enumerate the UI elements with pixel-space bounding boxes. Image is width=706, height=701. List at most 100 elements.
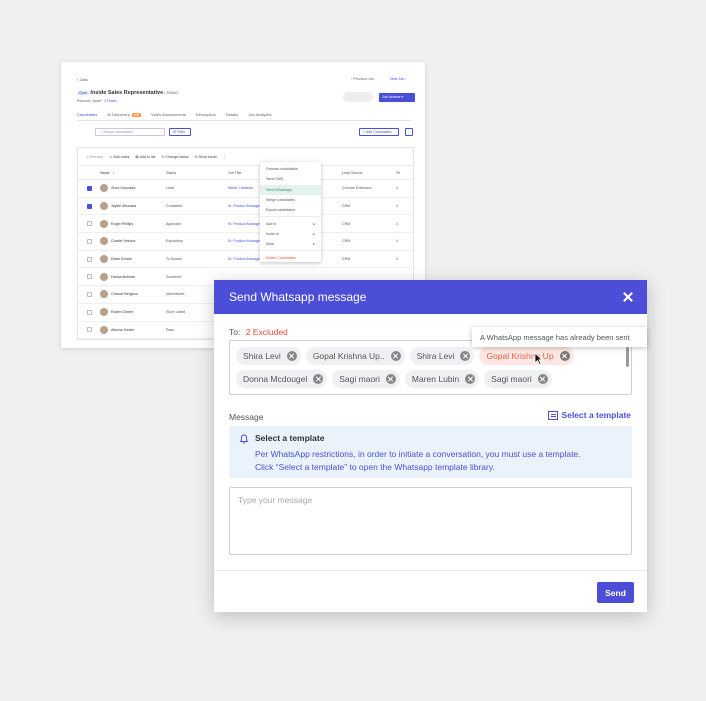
candidate-name[interactable]: Ruben Center: [111, 310, 133, 314]
row-checkbox[interactable]: [86, 221, 92, 227]
recipient-name: Donna Mcdougel: [243, 374, 308, 384]
row-checkbox[interactable]: [86, 238, 92, 244]
back-to-jobs-link[interactable]: ‹ Jobs: [77, 77, 88, 82]
row-checkbox[interactable]: [86, 185, 92, 191]
candidate-name[interactable]: Charlie Vetrovs: [111, 239, 135, 243]
menu-item[interactable]: Send SMS: [260, 174, 321, 184]
add-notes-button[interactable]: ▭ Add notes: [109, 155, 129, 159]
remove-recipient-icon[interactable]: [286, 351, 297, 361]
recipient-name: Shira Levi: [243, 351, 281, 361]
menu-separator: [260, 250, 321, 252]
modal-header: Send Whatsapp message: [214, 280, 647, 314]
candidate-name[interactable]: Shira Gonzalez: [111, 186, 136, 190]
column-header-name[interactable]: Name ↓: [100, 171, 166, 175]
remove-recipient-icon[interactable]: [390, 351, 401, 361]
table-row[interactable]: Shira Gonzalez Lead Writer, Libraries Chrom…: [78, 180, 413, 198]
remove-recipient-icon[interactable]: [313, 374, 324, 384]
candidate-fit: A: [396, 221, 399, 226]
table-row[interactable]: Davis Dorwin To Screen Sr. Product Manager…: [78, 251, 413, 269]
menu-item[interactable]: Export candidates: [260, 205, 321, 215]
recipient-chip[interactable]: Shira Levi: [236, 347, 301, 365]
column-header-status[interactable]: Status: [166, 171, 228, 175]
menu-item[interactable]: Invite to ▸: [260, 229, 321, 239]
table-row[interactable]: Charlie Vetrovs Expository Sr. Product Man…: [78, 233, 413, 251]
candidate-name[interactable]: Davis Dorwin: [111, 257, 132, 261]
recipient-chip[interactable]: Sagi maori: [332, 370, 400, 388]
row-checkbox[interactable]: [86, 291, 92, 297]
candidate-name[interactable]: Chance Bergson: [111, 292, 138, 296]
recipient-name: Sagi maori: [491, 374, 532, 384]
send-whatsapp-modal: Send Whatsapp message To: 2 Excluded A W…: [214, 280, 647, 612]
table-row[interactable]: Roger Phillips Applicant Sr. Product Manag…: [78, 215, 413, 234]
candidate-name[interactable]: Roger Phillips: [111, 222, 133, 226]
candidate-lead-source: Chrome Extension: [342, 186, 372, 191]
recipients-field[interactable]: Shira Levi Gopal Krishna Up.. Shira Levi Go…: [229, 340, 632, 395]
row-checkbox[interactable]: [86, 203, 92, 209]
recipient-chip-excluded[interactable]: Gopal Krishna Up: [479, 347, 574, 365]
avatar: [100, 325, 108, 334]
column-header-lead-source[interactable]: Lead Source: [342, 171, 396, 175]
recipient-name: Shira Levi: [416, 351, 455, 361]
column-header-fit[interactable]: Fit: [396, 171, 410, 175]
menu-item[interactable]: Merge candidates: [260, 195, 321, 205]
table-row[interactable]: Jaylen Mezzara Contacted Sr. Product Manag…: [78, 198, 413, 216]
candidate-fit: A: [396, 239, 399, 244]
chevron-right-icon: ▸: [313, 231, 315, 236]
team-avatars[interactable]: [343, 92, 373, 102]
remove-recipient-icon[interactable]: [465, 374, 476, 384]
message-input[interactable]: [229, 487, 632, 555]
menu-item[interactable]: Add to ▸: [260, 218, 321, 228]
row-checkbox[interactable]: [86, 327, 92, 333]
select-template-button[interactable]: Select a template: [547, 410, 631, 420]
row-checkbox[interactable]: [86, 274, 92, 280]
remove-recipient-icon[interactable]: [385, 374, 396, 384]
filter-button[interactable]: ☰ Filter: [169, 128, 191, 136]
toolbar-more-icon[interactable]: ⋮: [223, 155, 227, 159]
send-email-button[interactable]: ✉ Send email: [195, 155, 217, 159]
next-job-link[interactable]: Next Job ›: [390, 77, 406, 81]
candidate-fit: A: [396, 186, 399, 191]
remove-recipient-icon[interactable]: [537, 374, 548, 384]
job-id: | 250842: [164, 91, 179, 95]
avatar: [100, 290, 108, 299]
excluded-count[interactable]: 2 Excluded: [246, 327, 288, 337]
candidate-name[interactable]: Alfonso Kenter: [111, 328, 135, 332]
menu-item[interactable]: Delete Candidates: [260, 252, 321, 262]
more-actions-menu: Forward candidates Send SMS Send Whatsapp M…: [260, 162, 321, 262]
job-roles-link[interactable]: 2 Roles: [104, 99, 116, 103]
row-checkbox[interactable]: [86, 309, 92, 315]
candidate-search-input[interactable]: ⌕ Search candidates: [95, 128, 165, 136]
menu-item[interactable]: More ▸: [260, 239, 321, 249]
change-status-button[interactable]: ↻ Change status: [161, 155, 188, 159]
recipients-scrollbar[interactable]: [626, 347, 629, 367]
job-actions-button[interactable]: Job Actions ▾: [379, 93, 415, 102]
avatar: [100, 308, 108, 317]
candidate-lead-source: CRM: [342, 221, 351, 226]
previous-job-link[interactable]: ‹ Previous Job: [351, 77, 374, 81]
menu-item[interactable]: Send Whatsapp: [260, 184, 321, 195]
add-candidates-button[interactable]: + Add Candidates: [359, 128, 399, 136]
avatar: [100, 255, 108, 264]
row-checkbox[interactable]: [86, 256, 92, 262]
ai-discovery-count: 100: [131, 113, 142, 117]
recipient-chip[interactable]: Maren Lubin: [404, 370, 480, 388]
recipient-chip[interactable]: Sagi maori: [484, 370, 552, 388]
add-to-list-button[interactable]: ▤ Add to list: [135, 155, 155, 159]
close-icon[interactable]: [621, 290, 635, 304]
send-button[interactable]: Send: [597, 582, 634, 603]
menu-item[interactable]: Forward candidates: [260, 164, 321, 174]
candidate-name[interactable]: Hanna Botman: [111, 275, 135, 279]
candidate-name[interactable]: Jaylen Mezzara: [111, 204, 136, 208]
avatar: [100, 237, 108, 246]
menu-separator: [260, 216, 321, 218]
more-options-icon[interactable]: ⋮: [405, 128, 413, 136]
candidate-status: To Screen: [166, 257, 183, 262]
candidate-status: Expository: [166, 239, 183, 244]
remove-recipient-icon[interactable]: [460, 351, 471, 361]
recipient-chip[interactable]: Shira Levi: [409, 347, 475, 365]
recipient-chip[interactable]: Donna Mcdougel: [236, 370, 328, 388]
info-title: Select a template: [255, 433, 325, 443]
recipient-chip[interactable]: Gopal Krishna Up..: [305, 347, 405, 365]
chevron-right-icon: ›: [404, 77, 407, 81]
remove-recipient-icon[interactable]: [559, 351, 570, 361]
